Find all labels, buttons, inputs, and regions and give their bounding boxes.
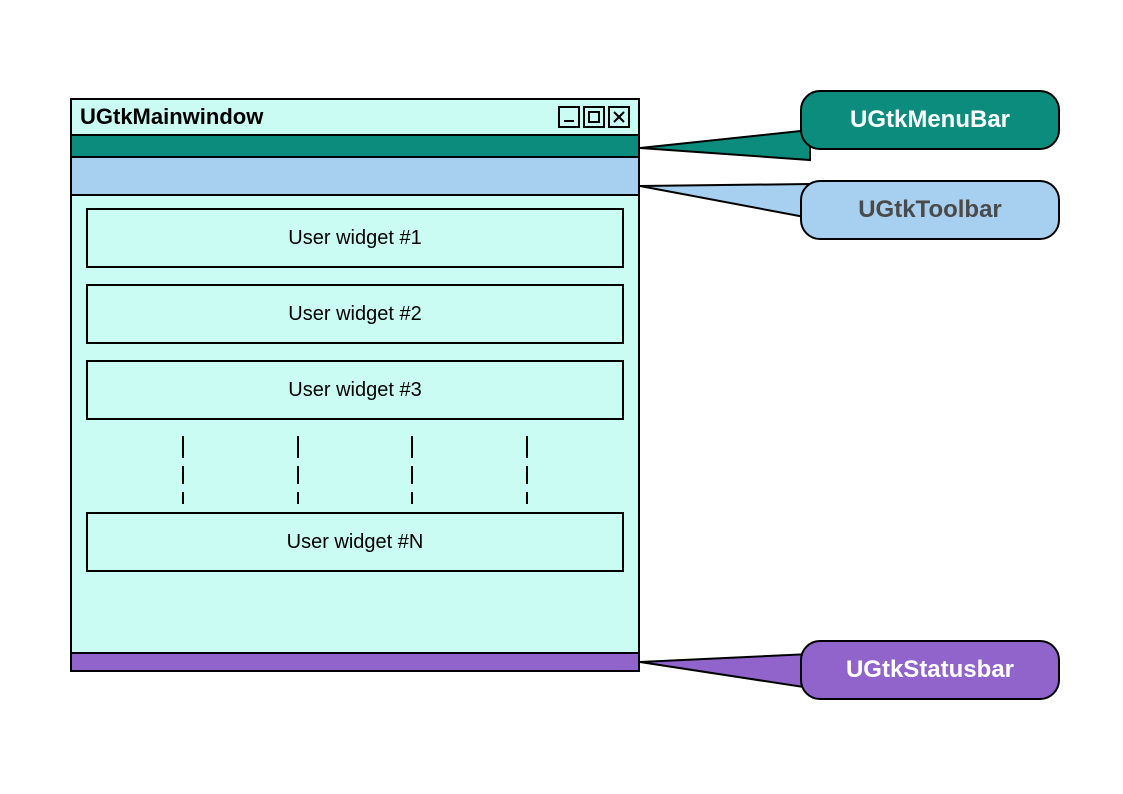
widget-label: User widget #N (287, 531, 424, 554)
user-widget[interactable]: User widget #1 (86, 208, 624, 268)
callout-tail-menubar (640, 130, 810, 170)
content-area: User widget #1 User widget #2 User widge… (72, 196, 638, 572)
window-title: UGtkMainwindow (80, 104, 558, 130)
ellipsis-dashes (86, 466, 624, 484)
window-buttons (558, 106, 630, 128)
user-widget[interactable]: User widget #N (86, 512, 624, 572)
ellipsis-dashes (86, 492, 624, 504)
maximize-button[interactable] (583, 106, 605, 128)
callout-tail-toolbar (640, 178, 810, 228)
callout-tail-statusbar (640, 650, 810, 700)
toolbar[interactable] (72, 158, 638, 196)
callout-statusbar: UGtkStatusbar (800, 640, 1060, 700)
mainwindow: UGtkMainwindow User widge (70, 98, 640, 672)
callout-label: UGtkStatusbar (846, 656, 1014, 684)
titlebar: UGtkMainwindow (72, 100, 638, 134)
callout-label: UGtkMenuBar (850, 106, 1010, 134)
ellipsis-dashes (86, 436, 624, 458)
callout-menubar: UGtkMenuBar (800, 90, 1060, 150)
statusbar[interactable] (72, 652, 638, 670)
widget-label: User widget #2 (288, 303, 421, 326)
close-button[interactable] (608, 106, 630, 128)
user-widget[interactable]: User widget #2 (86, 284, 624, 344)
user-widget[interactable]: User widget #3 (86, 360, 624, 420)
callout-toolbar: UGtkToolbar (800, 180, 1060, 240)
callout-label: UGtkToolbar (858, 196, 1002, 224)
minimize-button[interactable] (558, 106, 580, 128)
diagram-canvas: UGtkMainwindow User widge (0, 0, 1123, 794)
widget-label: User widget #1 (288, 227, 421, 250)
widget-label: User widget #3 (288, 379, 421, 402)
menubar[interactable] (72, 134, 638, 158)
